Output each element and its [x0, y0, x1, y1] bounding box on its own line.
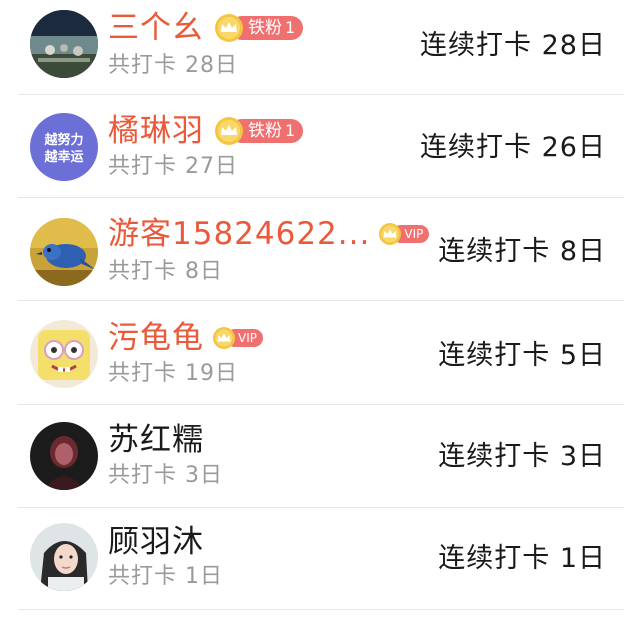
user-avatar[interactable] — [30, 422, 98, 490]
total-checkins: 共打卡 3日 — [108, 463, 223, 488]
streak-days: 连续打卡 26日 — [420, 132, 606, 163]
list-item[interactable]: 游客15824622... VIP 共打卡 8日 连续打卡 8日 — [0, 198, 640, 301]
streak-days: 连续打卡 28日 — [420, 30, 606, 61]
user-avatar[interactable] — [30, 320, 98, 388]
user-name[interactable]: 污龟龟 — [108, 318, 204, 358]
fan-badge: 铁粉 1 — [214, 116, 304, 146]
user-name[interactable]: 顾羽沐 — [108, 522, 204, 562]
crown-icon — [212, 326, 236, 350]
fan-badge: 铁粉 1 — [214, 13, 304, 43]
total-checkins: 共打卡 1日 — [108, 564, 223, 589]
crown-icon — [214, 13, 244, 43]
crown-icon — [378, 222, 402, 246]
vip-badge: VIP — [212, 327, 263, 349]
name-line: 污龟龟 VIP — [108, 318, 263, 358]
name-line: 游客15824622... VIP — [108, 214, 430, 254]
total-checkins: 共打卡 8日 — [108, 259, 223, 284]
user-avatar[interactable]: 越努力 越幸运 — [30, 113, 98, 181]
streak-days: 连续打卡 3日 — [438, 441, 606, 472]
vip-badge: VIP — [378, 222, 430, 246]
list-item[interactable]: 苏红糯 共打卡 3日 连续打卡 3日 — [0, 405, 640, 508]
list-item[interactable]: 顾羽沐 共打卡 1日 连续打卡 1日 — [0, 507, 640, 610]
streak-days: 连续打卡 5日 — [438, 340, 606, 371]
user-name[interactable]: 橘琳羽 — [108, 111, 204, 151]
crown-icon — [214, 116, 244, 146]
streak-days: 连续打卡 1日 — [438, 543, 606, 574]
total-checkins: 共打卡 28日 — [108, 53, 238, 78]
user-avatar[interactable] — [30, 10, 98, 78]
fan-badge-level: 1 — [285, 18, 296, 37]
avatar-text-1: 越努力 — [43, 132, 83, 148]
name-line: 三个幺 铁粉 1 — [108, 8, 304, 48]
avatar-text-2: 越幸运 — [43, 149, 83, 165]
fan-badge-text: 铁粉 — [248, 121, 282, 141]
user-name[interactable]: 苏红糯 — [108, 420, 204, 460]
user-avatar[interactable] — [30, 218, 98, 286]
name-line: 橘琳羽 铁粉 1 — [108, 111, 304, 151]
total-checkins: 共打卡 19日 — [108, 361, 238, 386]
fan-badge-text: 铁粉 — [248, 18, 282, 38]
name-line: 顾羽沐 — [108, 522, 204, 562]
user-avatar[interactable] — [30, 523, 98, 591]
row-divider — [18, 300, 624, 301]
user-name[interactable]: 三个幺 — [108, 8, 204, 48]
user-name[interactable]: 游客15824622... — [108, 214, 370, 254]
total-checkins: 共打卡 27日 — [108, 154, 238, 179]
list-item[interactable]: 三个幺 铁粉 1 共打卡 28日 连续打卡 28日 — [0, 0, 640, 95]
list-item[interactable]: 越努力 越幸运 橘琳羽 铁粉 1 共打卡 27日 连续打卡 26日 — [0, 95, 640, 198]
list-item[interactable]: 污龟龟 VIP 共打卡 19日 连续打卡 5日 — [0, 302, 640, 405]
row-divider — [18, 609, 624, 610]
fan-badge-level: 1 — [285, 121, 296, 140]
name-line: 苏红糯 — [108, 420, 204, 460]
checkin-ranking-list: 三个幺 铁粉 1 共打卡 28日 连续打卡 28日 越努力 越幸运 橘琳羽 铁粉… — [0, 0, 640, 617]
streak-days: 连续打卡 8日 — [438, 236, 606, 267]
